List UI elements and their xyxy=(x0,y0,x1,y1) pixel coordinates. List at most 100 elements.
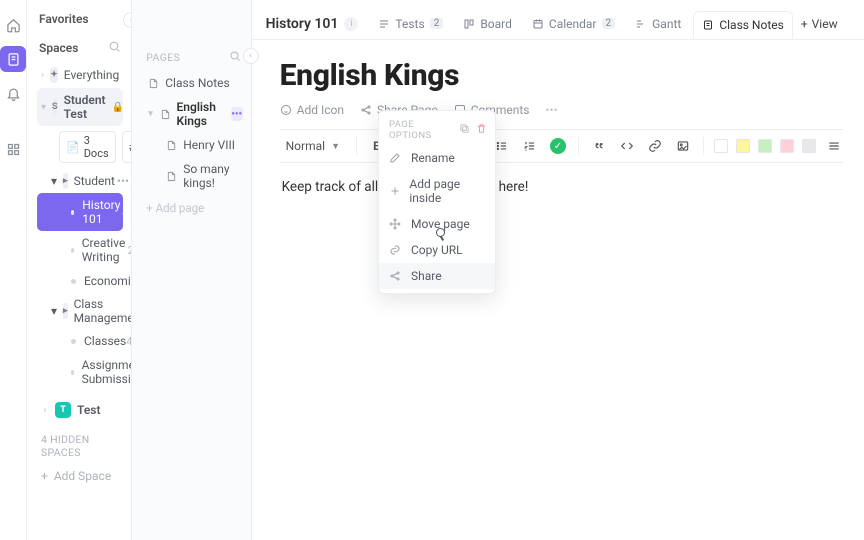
tab-badge: 2 xyxy=(430,18,444,29)
color-swatch[interactable] xyxy=(758,139,772,153)
page-icon xyxy=(148,77,159,90)
style-select[interactable]: Normal▼ xyxy=(280,139,346,153)
tab-label: Class Notes xyxy=(719,18,784,32)
plus-icon: + xyxy=(801,17,808,31)
doc-body[interactable]: Keep track of all of your class notes he… xyxy=(280,163,844,211)
numbered-list-button[interactable] xyxy=(520,136,540,156)
pages-collapse-icon[interactable]: ‹ xyxy=(243,48,259,64)
page-more-icon[interactable]: ••• xyxy=(231,107,243,121)
sidebar-item-label: Everything xyxy=(64,68,119,82)
page-henry-viii[interactable]: Henry VIII xyxy=(132,133,250,157)
toolbar-more-button[interactable] xyxy=(824,136,844,156)
folder-class-management[interactable]: ▾ ▸ Class Management ••• + xyxy=(37,293,123,329)
color-swatch[interactable] xyxy=(736,139,750,153)
app-icon-rail xyxy=(0,0,27,540)
menu-label: Share xyxy=(411,269,442,283)
add-view-button[interactable]: +View xyxy=(801,17,838,31)
favorites-heading[interactable]: Favorites xyxy=(37,12,123,26)
page-title: History 101 xyxy=(266,16,339,32)
menu-rename[interactable]: Rename xyxy=(379,145,495,171)
menu-share[interactable]: Share xyxy=(379,263,495,289)
chat-pill[interactable]: #1 Chat xyxy=(122,131,133,163)
page-english-kings[interactable]: ▾ English Kings ••• xyxy=(132,95,250,133)
search-icon[interactable] xyxy=(108,40,121,56)
page-label: English Kings xyxy=(177,100,225,128)
tab-label: Board xyxy=(480,17,512,31)
pages-search-icon[interactable] xyxy=(229,50,241,65)
bell-icon[interactable] xyxy=(0,80,26,106)
list-label: Assignment Submissio... xyxy=(82,358,133,386)
sidebar-item-test[interactable]: › T Test xyxy=(37,397,123,423)
hidden-spaces-label[interactable]: 4 HIDDEN SPACES xyxy=(37,423,123,465)
add-icon-button[interactable]: Add Icon xyxy=(280,103,344,117)
list-count: 4 xyxy=(122,206,128,219)
docs-rail-icon[interactable] xyxy=(0,46,26,72)
list-history-101[interactable]: History 1014 xyxy=(37,193,123,231)
tab-label: Gantt xyxy=(652,17,681,31)
tab-label: Tests xyxy=(395,17,424,31)
menu-label: Add page inside xyxy=(409,177,485,205)
folder-icon: ▸ xyxy=(63,303,68,319)
list-label: Economics xyxy=(84,274,132,288)
add-space-button[interactable]: + Add Space xyxy=(37,465,123,487)
doc-more-icon[interactable]: ••• xyxy=(546,103,558,117)
plus-icon xyxy=(389,185,401,197)
spaces-heading[interactable]: Spaces xyxy=(39,41,78,55)
color-swatch[interactable] xyxy=(780,139,794,153)
duplicate-icon[interactable] xyxy=(459,123,470,137)
chevron-down-icon: ▾ xyxy=(41,102,46,113)
list-label: History 101 xyxy=(82,198,122,226)
page-icon xyxy=(166,139,177,152)
chevron-right-icon: › xyxy=(41,70,44,81)
pages-panel: PAGES ‹ Class Notes ▾ English Kings ••• … xyxy=(132,0,251,540)
tab-class-notes[interactable]: Class Notes xyxy=(693,11,793,39)
tab-calendar[interactable]: Calendar2 xyxy=(524,11,623,37)
sidebar-item-student-test[interactable]: ▾ S Student Test 🔒 xyxy=(37,88,123,126)
menu-add-page-inside[interactable]: Add page inside xyxy=(379,171,495,211)
sidebar-collapse-icon[interactable]: ‹ xyxy=(123,12,132,28)
home-icon[interactable] xyxy=(0,12,26,38)
tab-gantt[interactable]: Gantt xyxy=(627,11,689,37)
list-classes[interactable]: Classes4 xyxy=(37,329,123,353)
list-economics[interactable]: Economics2 xyxy=(37,269,123,293)
color-swatch[interactable] xyxy=(714,139,728,153)
list-label: Classes xyxy=(84,334,126,348)
sidebar-item-everything[interactable]: › ✦ Everything xyxy=(37,62,123,88)
plus-icon: + xyxy=(41,469,48,483)
pages-heading: PAGES xyxy=(146,51,180,64)
tab-tests[interactable]: Tests 2 xyxy=(370,11,451,37)
page-class-notes[interactable]: Class Notes xyxy=(132,71,250,95)
everything-icon: ✦ xyxy=(50,67,58,83)
docs-chat-row: 📄3 Docs #1 Chat xyxy=(37,126,123,169)
check-icon: ✓ xyxy=(550,138,566,154)
list-assignment-submissions[interactable]: Assignment Submissio...1 xyxy=(37,353,123,391)
link-button[interactable] xyxy=(645,136,665,156)
apps-icon[interactable] xyxy=(0,136,26,162)
menu-copy-url[interactable]: Copy URL xyxy=(379,237,495,263)
lock-icon: 🔒 xyxy=(112,102,124,113)
checklist-button[interactable]: ✓ xyxy=(548,136,568,156)
docs-pill[interactable]: 📄3 Docs xyxy=(59,131,116,163)
chevron-right-icon: › xyxy=(41,405,49,416)
trash-icon[interactable] xyxy=(476,123,487,137)
doc-icon: 📄 xyxy=(66,141,80,154)
page-so-many-kings[interactable]: So many kings! xyxy=(132,157,250,195)
sidebar-item-label: Test xyxy=(77,403,101,417)
doc-title[interactable]: English Kings xyxy=(280,58,844,93)
attachment-button[interactable] xyxy=(673,136,693,156)
folder-icon: ▸ xyxy=(63,173,68,189)
code-button[interactable] xyxy=(617,136,637,156)
folder-student[interactable]: ▾ ▸ Student ••• + xyxy=(37,169,123,193)
list-creative-writing[interactable]: Creative Writing2 xyxy=(37,231,123,269)
chevron-down-icon: ▾ xyxy=(51,174,57,188)
quote-button[interactable] xyxy=(589,136,609,156)
add-page-button[interactable]: + Add page xyxy=(132,195,250,221)
color-swatch[interactable] xyxy=(802,139,816,153)
view-tabbar: History 101 i Tests 2 Board Calendar2 Gan… xyxy=(252,0,864,40)
folder-label: Class Management xyxy=(74,297,133,325)
spaces-sidebar: ‹ Favorites Spaces › ✦ Everything ▾ S St… xyxy=(27,0,132,540)
info-icon[interactable]: i xyxy=(344,17,358,31)
folder-more-icon[interactable]: ••• xyxy=(115,174,131,188)
page-icon xyxy=(160,108,171,121)
tab-board[interactable]: Board xyxy=(455,11,520,37)
